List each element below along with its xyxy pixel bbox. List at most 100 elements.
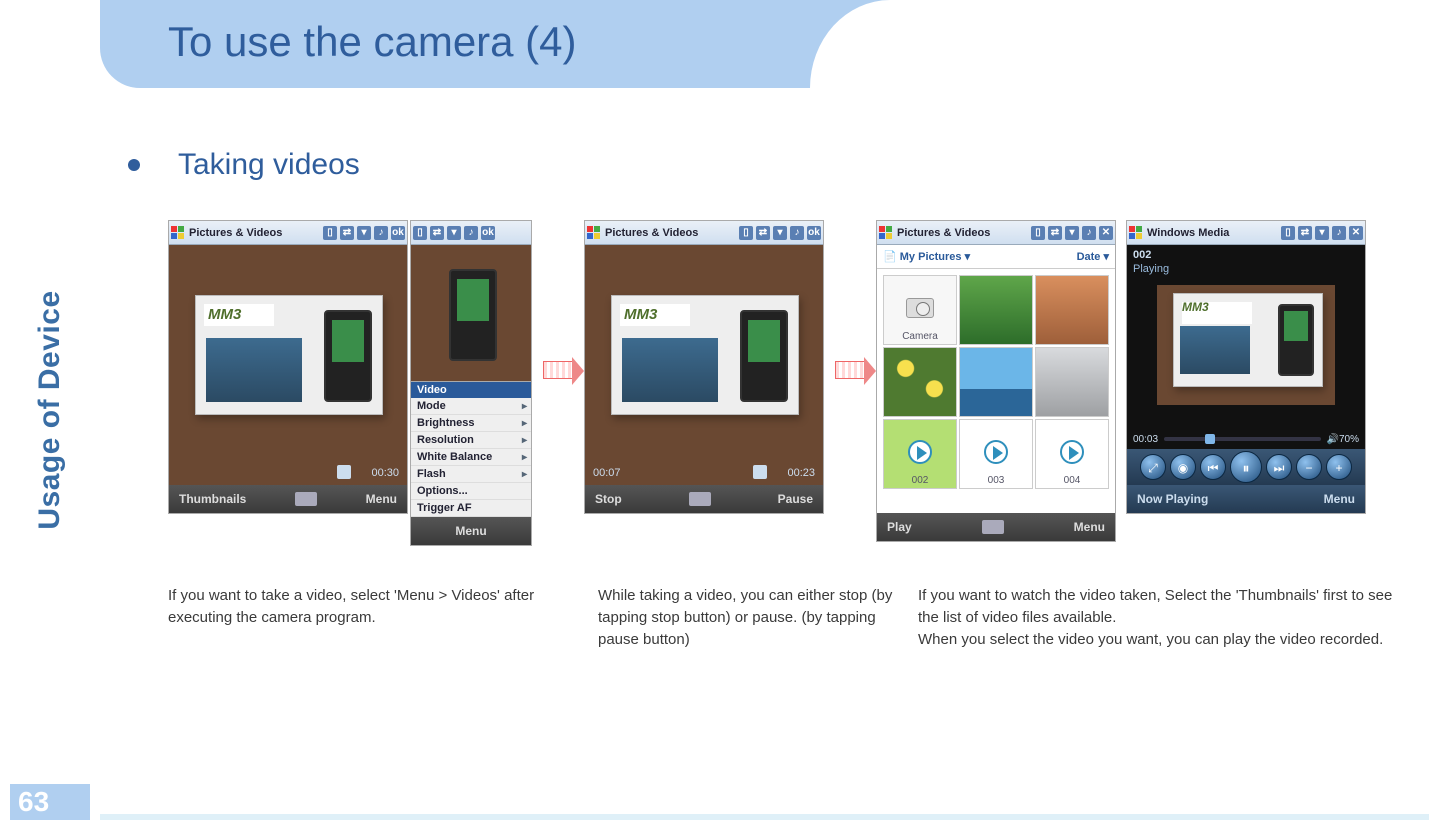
submenu-arrow-icon: ▸ [522,469,527,480]
softkey-thumbnails[interactable]: Thumbnails [179,492,246,506]
titlebar: Pictures & Videos ▯ ⇄ ▾ ♪ ok [585,221,823,245]
close-button[interactable]: ✕ [1099,226,1113,240]
menu-item-trigger-af[interactable]: Trigger AF [411,500,531,517]
signal-icon: ▯ [323,226,337,240]
ok-button[interactable]: ok [391,226,405,240]
antenna-icon: ▾ [773,226,787,240]
softkey-menu[interactable]: Menu [455,524,486,538]
volume-icon: ♪ [464,226,478,240]
section-heading-text: Taking videos [178,148,360,182]
sort-dropdown[interactable]: Date ▾ [1077,250,1109,263]
menu-item-white-balance[interactable]: White Balance▸ [411,449,531,466]
camera-icon [906,298,934,318]
close-button[interactable]: ✕ [1349,226,1363,240]
windows-logo-icon [171,226,185,240]
next-button[interactable]: ⏭ [1266,454,1292,480]
thumbnail-label: Camera [884,331,956,342]
submenu-arrow-icon: ▸ [522,401,527,412]
thumbnail-grid: Camera 002 003 004 [877,269,1115,513]
product-device [324,310,372,402]
seek-track[interactable] [1164,437,1321,441]
product-brand-text: MM3 [208,306,241,323]
page-number: 63 [10,784,90,820]
sync-icon: ⇄ [756,226,770,240]
softkey-stop[interactable]: Stop [595,492,622,506]
volume-down-button[interactable]: − [1296,454,1322,480]
playback-controls: ⤢ ◉ ⏮ ⏸ ⏭ − + [1127,449,1365,485]
softkey-menu[interactable]: Menu [366,492,397,506]
product-box-photo [206,338,302,402]
menu-item-brightness[interactable]: Brightness▸ [411,415,531,432]
product-brand-text: MM3 [624,306,657,323]
windows-logo-icon [587,226,601,240]
soft-key-bar: Stop Pause [585,485,823,513]
antenna-icon: ▾ [447,226,461,240]
thumbnail-camera[interactable]: Camera [883,275,957,345]
menu-item-flash[interactable]: Flash▸ [411,466,531,483]
caption-2: While taking a video, you can either sto… [598,585,918,650]
camera-viewfinder: MM3 00:07 00:23 [585,245,823,485]
arrow-right-icon [835,361,865,379]
fullscreen-button[interactable]: ⤢ [1140,454,1166,480]
volume-up-button[interactable]: + [1326,454,1352,480]
thumbnail-video[interactable]: 003 [959,419,1033,489]
web-button[interactable]: ◉ [1170,454,1196,480]
menu-panel-viewfinder-slice [411,245,531,381]
thumbnail-label: 003 [960,475,1032,486]
titlebar-title: Pictures & Videos [897,227,990,239]
thumbnail-video[interactable]: 004 [1035,419,1109,489]
softkey-play[interactable]: Play [887,520,912,534]
folder-dropdown[interactable]: 📄 My Pictures ▾ [883,250,970,263]
menu-item-video[interactable]: Video [411,382,531,398]
screenshot-1-group: Pictures & Videos ▯ ⇄ ▾ ♪ ok MM3 00:30 [168,220,532,514]
speaker-icon: 🔊 [1327,434,1339,445]
screenshot-1-camera: Pictures & Videos ▯ ⇄ ▾ ♪ ok MM3 00:30 [168,220,408,514]
caption-3-line2: When you select the video you want, you … [918,629,1408,651]
keyboard-icon[interactable] [295,492,317,506]
antenna-icon: ▾ [1065,226,1079,240]
volume-percent: 70% [1339,434,1359,445]
menu-item-mode[interactable]: Mode▸ [411,398,531,415]
softkey-menu[interactable]: Menu [1074,520,1105,534]
softkey-menu[interactable]: Menu [1324,492,1355,506]
thumbnail-image[interactable] [1035,347,1109,417]
ok-button[interactable]: ok [481,226,495,240]
browser-toolbar: 📄 My Pictures ▾ Date ▾ [877,245,1115,269]
menu-item-options[interactable]: Options... [411,483,531,500]
screenshot-row: Pictures & Videos ▯ ⇄ ▾ ♪ ok MM3 00:30 [168,220,1366,542]
seek-bar[interactable]: 00:03 🔊 70% [1133,433,1359,445]
viewfinder-product-box: MM3 [195,295,383,415]
softkey-pause[interactable]: Pause [778,492,813,506]
keyboard-icon[interactable] [982,520,1004,534]
thumbnail-image[interactable] [959,347,1033,417]
recording-indicator-icon [337,465,351,479]
soft-key-bar: Play Menu [877,513,1115,541]
titlebar-title: Pictures & Videos [189,227,282,239]
soft-key-bar: Menu [411,517,531,545]
thumbnail-image[interactable] [883,347,957,417]
media-player-body: 002 Playing MM3 00:03 🔊 70% ⤢ ◉ ⏮ ⏸ [1127,245,1365,485]
windows-logo-icon [1129,226,1143,240]
previous-button[interactable]: ⏮ [1200,454,1226,480]
sidebar-section-label: Usage of Device [33,290,67,529]
thumbnail-video-selected[interactable]: 002 [883,419,957,489]
keyboard-icon[interactable] [689,492,711,506]
titlebar-title: Windows Media [1147,227,1229,239]
caption-1: If you want to take a video, select 'Men… [168,585,598,650]
signal-icon: ▯ [413,226,427,240]
titlebar: Windows Media ▯ ⇄ ▾ ♪ ✕ [1127,221,1365,245]
thumbnails-browser-body: 📄 My Pictures ▾ Date ▾ Camera 002 [877,245,1115,513]
menu-item-resolution[interactable]: Resolution▸ [411,432,531,449]
play-icon [984,440,1008,464]
volume-icon: ♪ [790,226,804,240]
screenshot-2-recording: Pictures & Videos ▯ ⇄ ▾ ♪ ok MM3 00:07 0… [584,220,824,514]
titlebar: Pictures & Videos ▯ ⇄ ▾ ♪ ok [169,221,407,245]
thumbnail-image[interactable] [959,275,1033,345]
bullet-icon [128,159,140,171]
video-content-box: MM3 [1173,293,1323,387]
softkey-now-playing[interactable]: Now Playing [1137,492,1208,506]
play-pause-button[interactable]: ⏸ [1230,451,1262,483]
ok-button[interactable]: ok [807,226,821,240]
thumbnail-image[interactable] [1035,275,1109,345]
soft-key-bar: Now Playing Menu [1127,485,1365,513]
